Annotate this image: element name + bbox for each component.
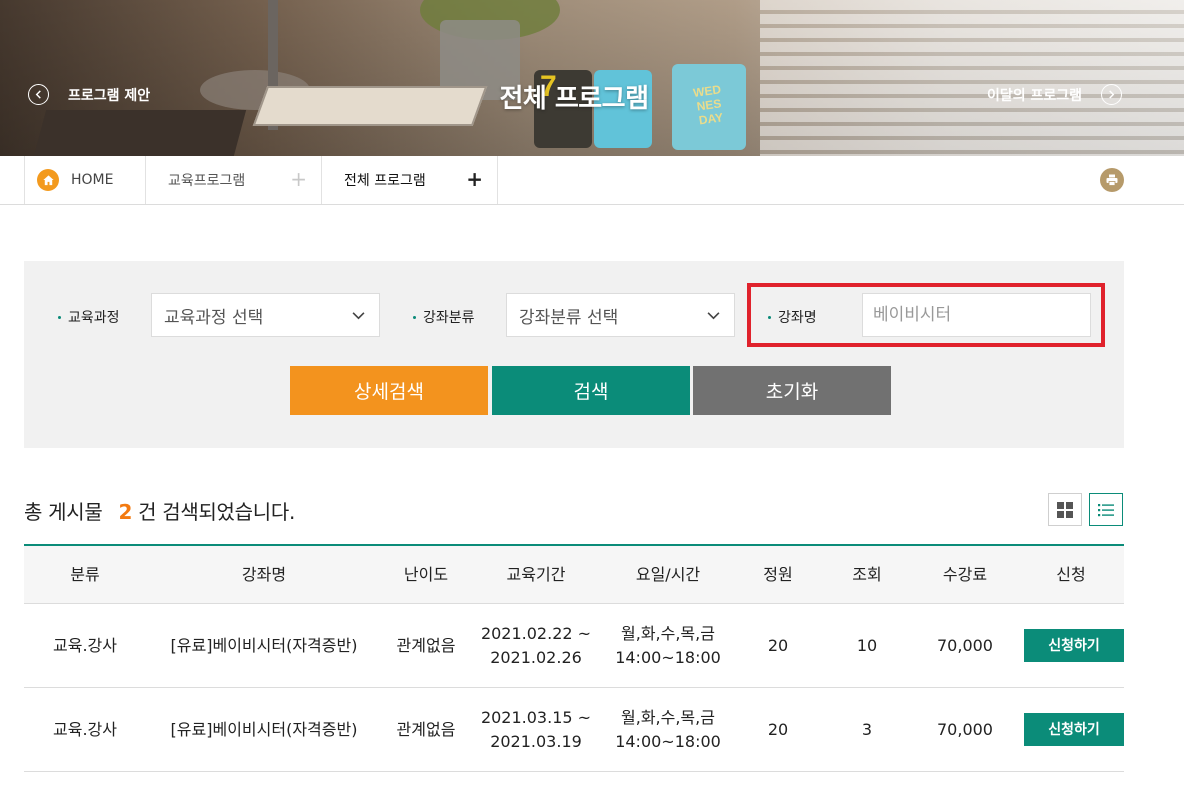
chevron-down-icon [352, 312, 365, 320]
views-cell: 3 [861, 719, 873, 739]
table-row: 교육.강사 [유료]베이비시터(자격증반) 관계없음 2021.03.15 ~ … [24, 688, 1124, 772]
result-count: 총 게시물 2 건 검색되었습니다. [24, 496, 295, 525]
period-start: 2021.03.15 ~ [480, 707, 592, 727]
name-filter-label: 강좌명 [768, 307, 817, 327]
course-name-link[interactable]: [유료]베이비시터(자격증반) [146, 688, 382, 771]
apply-cell: 신청하기 [1018, 688, 1124, 771]
table-header: 분류 강좌명 난이도 교육기간 요일/시간 정원 조회 수강료 신청 [24, 546, 1124, 604]
apply-button[interactable]: 신청하기 [1024, 713, 1124, 746]
fee-cell: 70,000 [937, 635, 993, 655]
breadcrumb-level1-label: 교육프로그램 [168, 173, 246, 189]
header-cell: 요일/시간 [635, 564, 701, 584]
header-cell: 조회 [852, 564, 882, 584]
header-cell: 신청 [1056, 564, 1086, 584]
table-row: 교육.강사 [유료]베이비시터(자격증반) 관계없음 2021.02.22 ~ … [24, 604, 1124, 688]
breadcrumb-level1[interactable]: 교육프로그램 + [146, 156, 322, 204]
plus-icon[interactable]: + [466, 169, 483, 189]
category-filter-label-text: 강좌분류 [423, 310, 475, 326]
period-cell: 2021.03.15 ~ 2021.03.19 [470, 688, 602, 771]
header-cell: 강좌명 [241, 564, 287, 584]
course-name-link[interactable]: [유료]베이비시터(자격증반) [146, 604, 382, 687]
reset-button[interactable]: 초기화 [693, 366, 891, 415]
bullet-icon [58, 315, 61, 319]
apply-button[interactable]: 신청하기 [1024, 629, 1124, 662]
schedule-cell: 월,화,수,목,금 14:00~18:00 [602, 688, 734, 771]
schedule-time: 14:00~18:00 [615, 647, 721, 667]
grid-icon [1057, 501, 1073, 518]
home-icon [37, 169, 59, 191]
detail-search-button[interactable]: 상세검색 [290, 366, 488, 415]
capacity-cell: 20 [767, 719, 789, 739]
apply-cell: 신청하기 [1018, 604, 1124, 687]
breadcrumb-level2-label: 전체 프로그램 [344, 173, 426, 189]
next-program-link[interactable]: 이달의 프로그램 [987, 84, 1122, 105]
name-filter-label-text: 강좌명 [778, 310, 817, 326]
breadcrumb-level2[interactable]: 전체 프로그램 + [322, 156, 498, 204]
list-icon [1098, 503, 1114, 516]
chevron-right-icon [1101, 84, 1122, 105]
search-button[interactable]: 검색 [492, 366, 690, 415]
category-select[interactable]: 강좌분류 선택 [506, 293, 735, 337]
schedule-days: 월,화,수,목,금 [621, 623, 715, 643]
period-end: 2021.02.26 [490, 647, 582, 667]
category-cell: 교육.강사 [53, 719, 117, 739]
category-cell: 교육.강사 [53, 635, 117, 655]
plus-icon[interactable]: + [290, 169, 307, 189]
level-cell: 관계없음 [396, 635, 456, 655]
schedule-time: 14:00~18:00 [615, 731, 721, 751]
breadcrumb-home-label: HOME [71, 172, 114, 188]
header-cell: 난이도 [403, 564, 449, 584]
views-cell: 10 [856, 635, 878, 655]
hero-banner: 7 WED NES DAY 프로그램 제안 전체 프로그램 이달의 프로그램 [0, 0, 1184, 156]
schedule-days: 월,화,수,목,금 [621, 707, 715, 727]
header-cell: 교육기간 [506, 564, 566, 584]
fee-cell: 70,000 [937, 719, 993, 739]
period-cell: 2021.02.22 ~ 2021.02.26 [470, 604, 602, 687]
period-end: 2021.03.19 [490, 731, 582, 751]
breadcrumb-home[interactable]: HOME [24, 156, 146, 204]
search-panel: 교육과정 교육과정 선택 강좌분류 강좌분류 선택 강좌명 상세검색 검색 초기… [24, 261, 1124, 448]
breadcrumb: HOME 교육프로그램 + 전체 프로그램 + [0, 156, 1184, 205]
result-count-suffix: 건 검색되었습니다. [138, 500, 296, 524]
header-cell: 분류 [70, 564, 100, 584]
grid-view-button[interactable] [1048, 493, 1082, 526]
result-count-number: 2 [118, 500, 133, 524]
bullet-icon [768, 315, 771, 319]
bullet-icon [413, 315, 416, 319]
level-cell: 관계없음 [396, 719, 456, 739]
category-select-value: 강좌분류 선택 [519, 307, 619, 328]
program-table: 분류 강좌명 난이도 교육기간 요일/시간 정원 조회 수강료 신청 교육.강사… [24, 544, 1124, 772]
schedule-cell: 월,화,수,목,금 14:00~18:00 [602, 604, 734, 687]
course-select-value: 교육과정 선택 [164, 307, 264, 328]
next-program-label: 이달의 프로그램 [986, 87, 1082, 104]
course-filter-label: 교육과정 [58, 307, 120, 327]
period-start: 2021.02.22 ~ [480, 623, 592, 643]
hero-book-dark-image [33, 110, 247, 156]
course-select[interactable]: 교육과정 선택 [151, 293, 380, 337]
course-name-input[interactable] [862, 293, 1091, 337]
header-cell: 정원 [763, 564, 793, 584]
page-title: 전체 프로그램 [499, 84, 649, 114]
course-filter-label-text: 교육과정 [68, 310, 120, 326]
capacity-cell: 20 [767, 635, 789, 655]
result-count-prefix: 총 게시물 [24, 500, 103, 524]
chevron-down-icon [707, 312, 720, 320]
list-view-button[interactable] [1089, 493, 1123, 526]
print-icon[interactable] [1100, 168, 1124, 192]
category-filter-label: 강좌분류 [413, 307, 475, 327]
header-cell: 수강료 [942, 564, 988, 584]
